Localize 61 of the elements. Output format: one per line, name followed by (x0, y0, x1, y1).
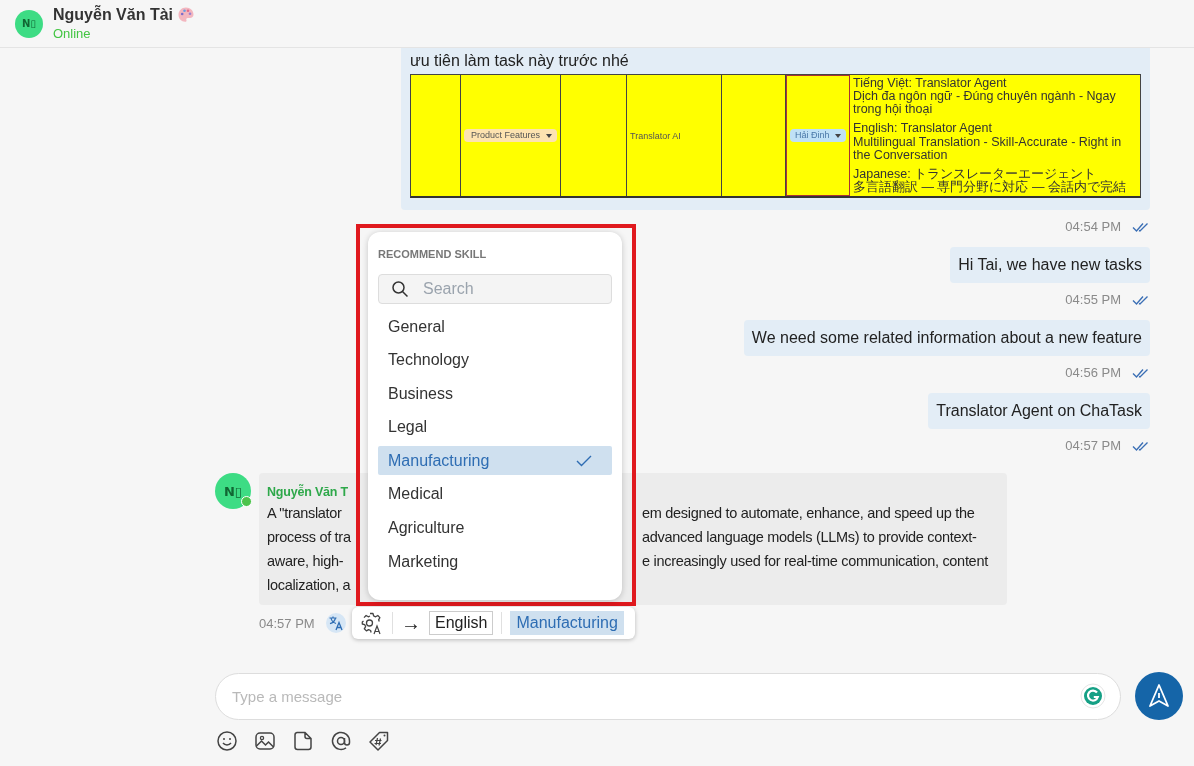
dropdown-chip: Hải Đinh (790, 129, 846, 142)
cell-text: Dịch đa ngôn ngữ - Đúng chuyên ngành - Ngay trong hội thoại (853, 90, 1117, 117)
avatar: N▯ (215, 473, 251, 509)
skill-chip[interactable]: Manufacturing (510, 611, 624, 635)
cell-text: Japanese: トランスレーターエージェント (853, 167, 1098, 181)
search-input[interactable]: Search (421, 279, 575, 299)
message-time: 04:57 PM (1065, 438, 1121, 453)
emoji-icon[interactable] (216, 730, 238, 752)
dropdown-chip: Product Features (464, 129, 557, 142)
menu-item[interactable]: Manufacturing (378, 446, 612, 476)
search-icon (391, 280, 409, 298)
message-text: em designed to automate, enhance, and speed up the (642, 505, 975, 521)
message-time: 04:56 PM (1065, 365, 1121, 380)
message-text: advanced language models (LLMs) to provide context- (642, 529, 977, 545)
language-selector[interactable]: English (429, 611, 494, 635)
check-icon (576, 454, 592, 467)
message-time: 04:57 PM (259, 615, 315, 631)
cell-text: Multilingual Translation - Skill-Accurate - Right in the Conversation (853, 135, 1123, 162)
message-text: localization, a (267, 577, 351, 593)
online-status: Online (53, 26, 92, 41)
search-field[interactable]: Search (378, 274, 612, 304)
message-time: 04:54 PM (1065, 219, 1121, 234)
menu-title: RECOMMEND SKILL (378, 248, 488, 260)
contact-name: Nguyễn Văn Tài (53, 6, 174, 24)
cell-text: Tiếng Việt: Translator Agent (853, 77, 1008, 90)
message-text: aware, high- (267, 553, 344, 569)
menu-item[interactable]: Medical (378, 479, 612, 509)
translate-icon[interactable] (325, 613, 346, 633)
cell-text: Translator AI (630, 130, 681, 141)
menu-item[interactable]: Technology (378, 345, 612, 375)
menu-item[interactable]: Agriculture (378, 513, 612, 543)
cell-text: English: Translator Agent (853, 122, 993, 136)
cell-text: 多言語翻訳 — 専門分野に対応 — 会話内で完結 (853, 180, 1127, 194)
text-input[interactable]: Type a message (230, 686, 1080, 706)
caret-icon (835, 133, 841, 138)
mention-icon[interactable] (330, 730, 352, 752)
menu-item[interactable]: General (378, 312, 612, 341)
message-text: process of tra (267, 529, 351, 545)
grammar-check-icon[interactable] (1080, 683, 1106, 709)
sender-name: Nguyễn Văn T (267, 485, 348, 499)
avatar: N▯ (15, 9, 43, 38)
arrow-text: → (401, 611, 421, 635)
message-text: We need some related information about a new feature (751, 329, 1142, 346)
message-text: e increasingly used for real-time communication, content (642, 553, 988, 569)
file-icon[interactable] (292, 730, 314, 752)
send-button[interactable] (1135, 672, 1183, 720)
hashtag-icon[interactable] (368, 730, 390, 752)
menu-item[interactable]: Legal (378, 412, 612, 442)
message-time: 04:55 PM (1065, 292, 1121, 307)
navigation-arrow-icon (1146, 683, 1172, 709)
message-text: ưu tiên làm task này trước nhé (410, 52, 630, 70)
menu-item[interactable]: Business (378, 379, 612, 409)
message-field[interactable]: Type a message (215, 672, 1121, 720)
menu-item[interactable]: Marketing (378, 547, 612, 577)
translate-settings-icon[interactable] (360, 611, 384, 635)
message-text: Hi Tai, we have new tasks (958, 256, 1142, 273)
message-text: Translator Agent on ChaTask (936, 402, 1142, 419)
image-icon[interactable] (254, 730, 276, 752)
caret-icon (546, 133, 552, 138)
message-text: A "translator (267, 505, 342, 521)
palette-icon (177, 6, 196, 24)
